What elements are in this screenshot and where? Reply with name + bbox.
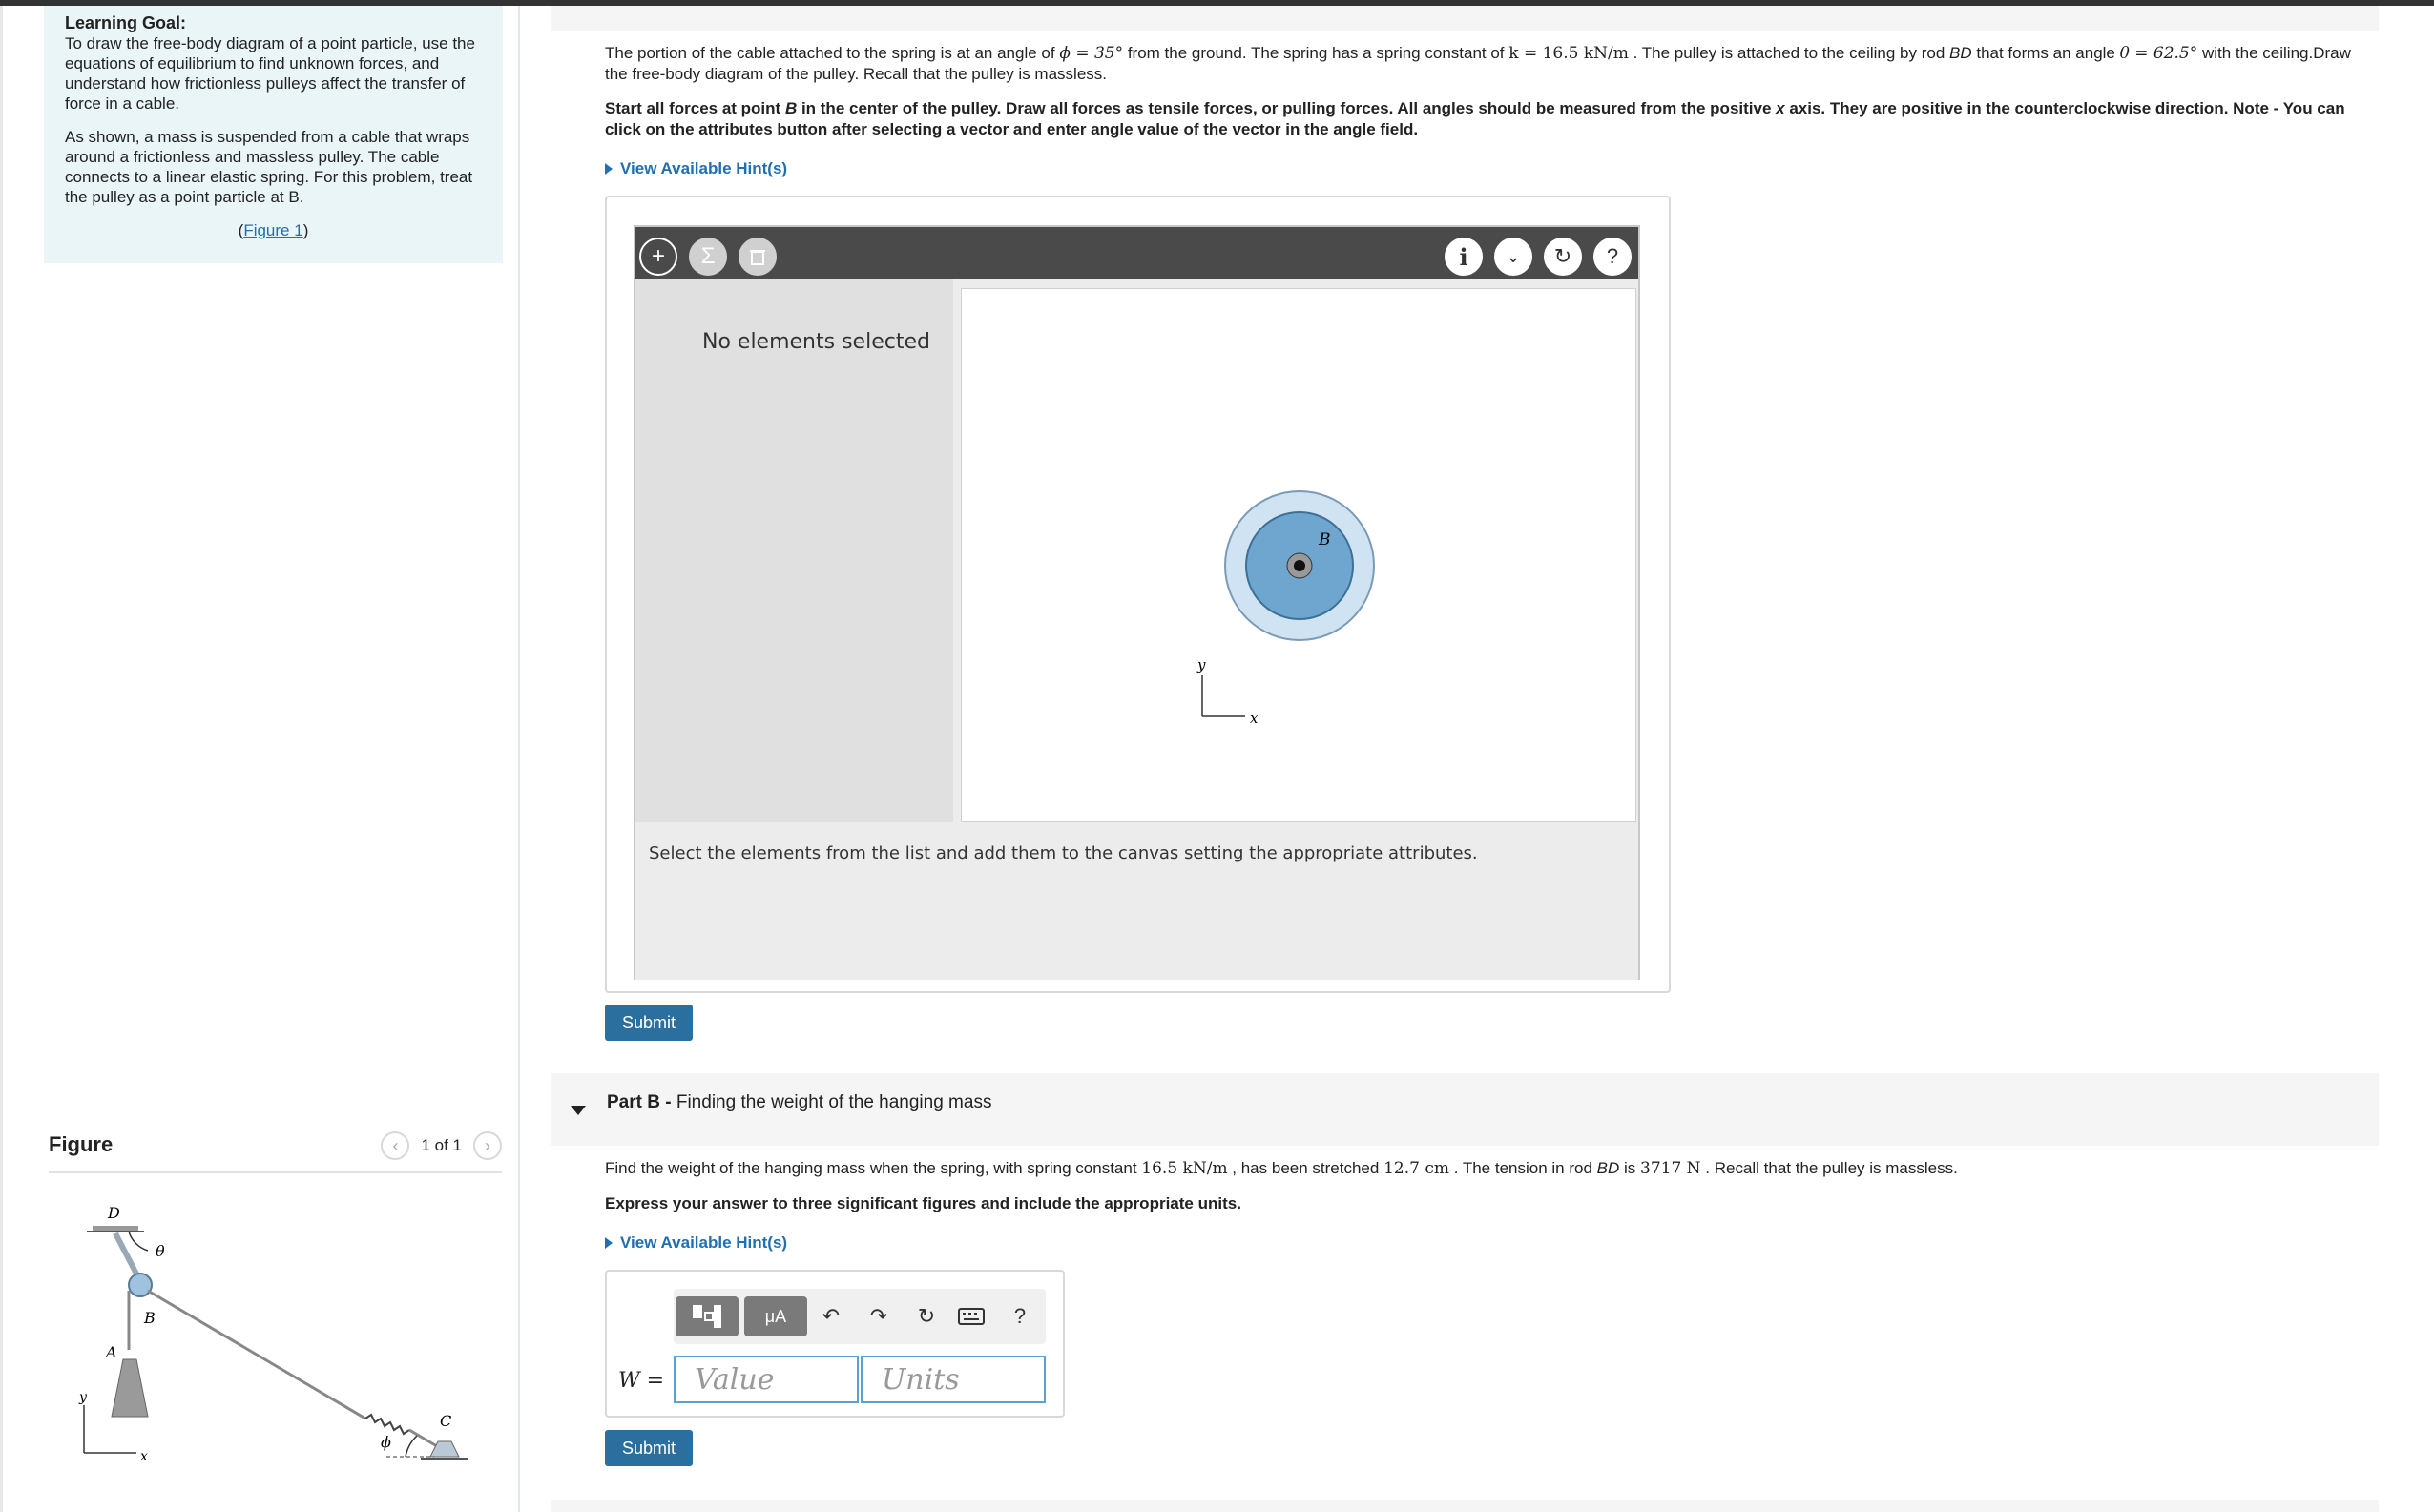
phi-expression: ϕ = 35° [1059,44,1124,63]
label-b: B [143,1309,156,1327]
next-figure-button[interactable]: › [473,1131,502,1160]
reset-icon[interactable]: ↻ [1544,238,1582,276]
value-input[interactable]: Value [674,1356,859,1403]
undo-icon[interactable]: ↶ [817,1296,845,1336]
part-a-instructions: Start all forces at point B in the cente… [605,99,2345,138]
part-a-problem: The portion of the cable attached to the… [605,43,2351,140]
label-d: D [107,1204,120,1222]
left-edge [0,6,3,1512]
canvas-svg: B y x [1196,490,1375,727]
cable [147,1289,366,1420]
hanging-mass [111,1358,149,1418]
canvas-y-label: y [1196,656,1206,673]
hint-caret-icon [605,1237,613,1249]
reset-icon[interactable]: ↻ [912,1296,941,1336]
trash-icon[interactable] [739,238,777,276]
help-icon[interactable]: ? [1593,238,1632,276]
vector-toolbar: + Σ i ⌄ ↻ ? [635,227,1638,279]
part-a-submit-button[interactable]: Submit [605,1005,693,1041]
units-tool-icon[interactable]: μA [744,1296,807,1336]
figure-header: Figure ‹ 1 of 1 › [49,1129,502,1173]
chevron-down-icon[interactable]: ⌄ [1494,238,1532,276]
bottom-band [551,1500,2379,1512]
collapse-caret-icon[interactable] [571,1106,586,1115]
tool-footer: Select the elements from the list and ad… [635,822,1638,980]
theta-expression: θ = 62.5° [2119,44,2198,63]
label-theta: θ [156,1242,165,1260]
part-a-problem-text: The portion of the cable attached to the… [605,44,2351,83]
theta-arc [128,1231,149,1252]
units-input[interactable]: Units [861,1356,1046,1403]
spring [364,1413,410,1436]
figure-link-container: (Figure 1) [238,221,309,239]
part-b-problem-text: Find the weight of the hanging mass when… [605,1159,1958,1178]
vector-tool-frame: + Σ i ⌄ ↻ ? No elements selected B y x S… [605,196,1671,993]
fig-x-label: x [140,1449,148,1464]
part-a-hint-link[interactable]: View Available Hint(s) [605,159,787,178]
pulley [128,1273,153,1297]
k-expression: k = 16.5 kN/m [1508,44,1629,63]
keyboard-icon[interactable] [955,1296,988,1336]
part-b-header[interactable]: Part B - Finding the weight of the hangi… [551,1073,2379,1146]
figure-image[interactable]: D θ B C ϕ A y x [52,1197,491,1483]
label-c: C [440,1412,451,1430]
hint-caret-icon [605,163,613,175]
help-icon[interactable]: ? [1006,1296,1034,1336]
vector-tool: + Σ i ⌄ ↻ ? No elements selected B y x S… [634,225,1640,980]
canvas-x-label: x [1250,710,1259,727]
part-b-title: Part B - Finding the weight of the hangi… [607,1092,992,1112]
templates-icon[interactable] [676,1296,739,1336]
learning-goal-title: Learning Goal: [65,13,187,32]
fig-y-label: y [78,1390,88,1405]
figure-title: Figure [49,1132,114,1156]
pulley-label-b: B [1318,530,1331,549]
figure-link[interactable]: Figure 1 [243,221,302,239]
part-b-instruction: Express your answer to three significant… [605,1194,1241,1212]
figure-nav: ‹ 1 of 1 › [381,1131,502,1160]
weight-variable-label: W = [618,1369,665,1393]
figure-counter: 1 of 1 [421,1136,462,1154]
learning-goal-box: Learning Goal: To draw the free-body dia… [44,6,503,263]
no-elements-text: No elements selected [702,330,930,354]
prev-figure-button[interactable]: ‹ [381,1131,410,1160]
info-icon[interactable]: i [1445,238,1483,276]
sigma-icon[interactable]: Σ [689,238,727,276]
answer-box: μA ↶ ↷ ↻ ? W = Value Units [605,1270,1065,1418]
drawing-canvas[interactable]: B y x [961,288,1636,822]
label-phi: ϕ [381,1433,391,1451]
part-a-header-band [551,6,2379,31]
phi-arc [405,1435,418,1458]
point-b-dot [1294,560,1305,571]
plus-icon[interactable]: + [639,238,677,276]
learning-goal-text: To draw the free-body diagram of a point… [65,34,475,113]
redo-icon[interactable]: ↷ [864,1296,893,1336]
elements-panel: No elements selected [635,279,953,822]
problem-setup-text: As shown, a mass is suspended from a cab… [65,128,473,206]
tool-footer-text: Select the elements from the list and ad… [649,843,1478,863]
part-b-hint-link[interactable]: View Available Hint(s) [605,1233,787,1253]
part-b-submit-button[interactable]: Submit [605,1430,693,1466]
label-a: A [104,1343,117,1361]
answer-toolbar: μA ↶ ↷ ↻ ? [674,1289,1046,1344]
